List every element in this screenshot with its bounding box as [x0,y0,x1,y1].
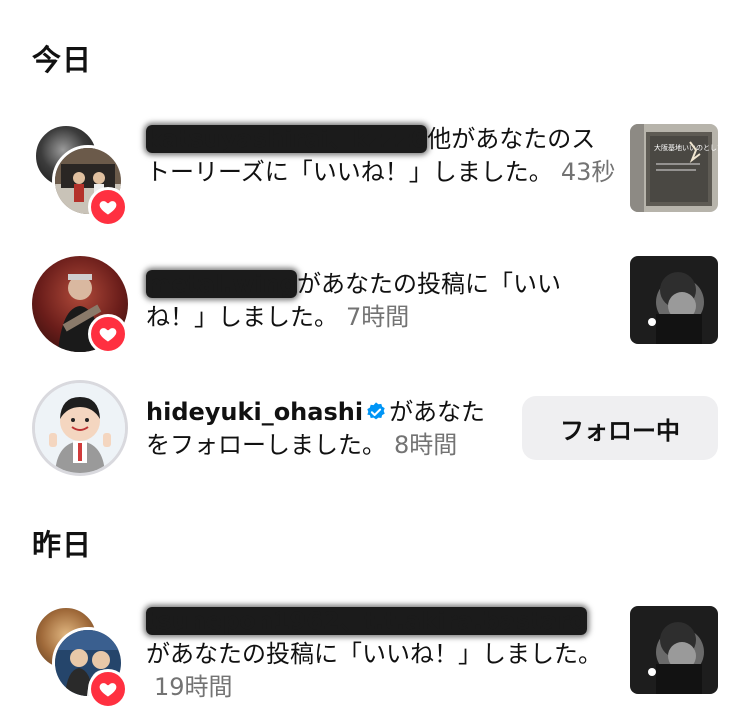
timestamp: 43秒 [560,158,616,186]
timestamp: 8時間 [394,431,458,459]
avatar-group[interactable] [30,378,130,478]
post-thumbnail[interactable] [630,606,718,694]
verified-icon [365,401,387,423]
notification-row[interactable]: tsunepon1962、t.t.akira.bastard があなたの投稿に「い… [0,600,750,710]
username-link[interactable]: hideyuki_ohashi [146,398,363,426]
avatar-group[interactable] [30,605,130,709]
thumbnail-caption: 大阪基地いいのとした [654,143,718,152]
heart-icon [88,187,128,227]
section-title-today: 今日 [32,43,93,77]
redacted-usernames[interactable]: tsunepon1962、t.t.akira.bastard [146,607,587,635]
notification-text: metal.wingがあなたの投稿に「いいね！」しました。 7時間 [146,268,616,334]
redacted-usernames[interactable]: katsuyashirai、kzzz6 [146,125,428,153]
avatar-group[interactable] [30,254,130,354]
section-title-yesterday: 昨日 [32,528,93,562]
avatar [32,380,128,476]
avatar-group[interactable] [30,123,130,227]
timestamp: 19時間 [154,673,233,701]
post-thumbnail[interactable]: 大阪基地いいのとした [630,124,718,212]
following-button[interactable]: フォロー中 [522,396,718,460]
notification-text: katsuyashirai、kzzz6他があなたのストーリーズに「いいね！」しま… [146,123,616,189]
notification-text: hideyuki_ohashi があなたをフォローしました。 8時間 [146,396,506,462]
notification-row[interactable]: katsuyashirai、kzzz6他があなたのストーリーズに「いいね！」しま… [0,118,750,227]
post-thumbnail[interactable] [630,256,718,344]
timestamp: 7時間 [346,303,410,331]
notification-text: tsunepon1962、t.t.akira.bastard があなたの投稿に「い… [146,605,616,704]
notification-message: があなたの投稿に「いいね！」しました。 [146,640,602,668]
notification-row[interactable]: metal.wingがあなたの投稿に「いいね！」しました。 7時間 [0,248,750,354]
notification-row[interactable]: hideyuki_ohashi があなたをフォローしました。 8時間 フォロー中 [0,372,750,482]
redacted-username[interactable]: metal.wing [146,270,297,298]
heart-icon [88,314,128,354]
heart-icon [88,669,128,709]
